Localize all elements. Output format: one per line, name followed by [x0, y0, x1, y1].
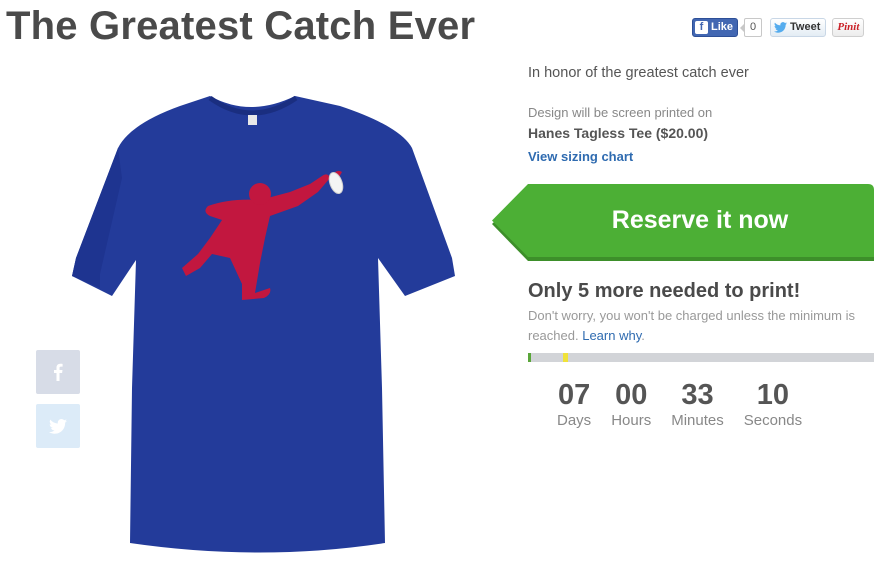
reserve-button[interactable]: Reserve it now	[492, 184, 874, 261]
product-tshirt-image	[72, 95, 455, 553]
progress-goal-marker	[563, 353, 568, 362]
twitter-bird-icon	[774, 21, 788, 33]
tshirt-body	[72, 96, 455, 553]
page-title: The Greatest Catch Ever	[6, 4, 476, 48]
charge-notice: Don't worry, you won't be charged unless…	[528, 306, 878, 346]
social-buttons: f Like 0 Tweet Pinit	[692, 17, 865, 37]
view-sizing-chart-link[interactable]: View sizing chart	[528, 149, 633, 164]
countdown-hours-value: 00	[615, 379, 648, 411]
countdown-minutes-label: Minutes	[671, 412, 724, 429]
countdown-timer: 07 Days 00 Hours 33 Minutes 10 Seconds	[557, 380, 802, 429]
countdown-hours: 00 Hours	[611, 380, 651, 429]
share-twitter-button[interactable]	[36, 404, 80, 448]
product-name: Hanes Tagless Tee ($20.00)	[528, 125, 709, 141]
tshirt-tag	[248, 115, 257, 125]
facebook-like-label: Like	[711, 21, 734, 33]
countdown-minutes-value: 33	[681, 379, 714, 411]
progress-fill	[528, 353, 531, 362]
facebook-logo-icon: f	[695, 20, 708, 34]
charge-notice-text: Don't worry, you won't be charged unless…	[528, 308, 855, 343]
facebook-like-button[interactable]: f Like	[692, 17, 739, 37]
learn-why-link[interactable]: Learn why	[582, 328, 641, 343]
countdown-seconds-value: 10	[756, 379, 790, 411]
tweet-label: Tweet	[790, 21, 821, 33]
countdown-days: 07 Days	[557, 380, 591, 429]
twitter-icon	[49, 418, 67, 434]
pinit-button[interactable]: Pinit	[832, 17, 865, 37]
campaign-progress-bar	[528, 353, 874, 362]
countdown-seconds: 10 Seconds	[744, 380, 802, 429]
needed-count-title: Only 5 more needed to print!	[528, 280, 801, 302]
countdown-days-label: Days	[557, 412, 592, 429]
countdown-minutes: 33 Minutes	[671, 380, 724, 429]
tweet-button[interactable]: Tweet	[770, 17, 827, 37]
print-note: Design will be screen printed on	[528, 105, 713, 120]
countdown-seconds-label: Seconds	[743, 412, 803, 429]
share-facebook-button[interactable]	[36, 350, 80, 394]
facebook-like-count: 0	[740, 17, 763, 37]
product-description: In honor of the greatest catch ever	[528, 65, 749, 81]
facebook-icon	[54, 363, 63, 381]
countdown-hours-label: Hours	[611, 412, 652, 429]
reserve-button-label: Reserve it now	[611, 206, 789, 234]
countdown-days-value: 07	[557, 379, 591, 411]
charge-notice-period: .	[641, 328, 645, 343]
